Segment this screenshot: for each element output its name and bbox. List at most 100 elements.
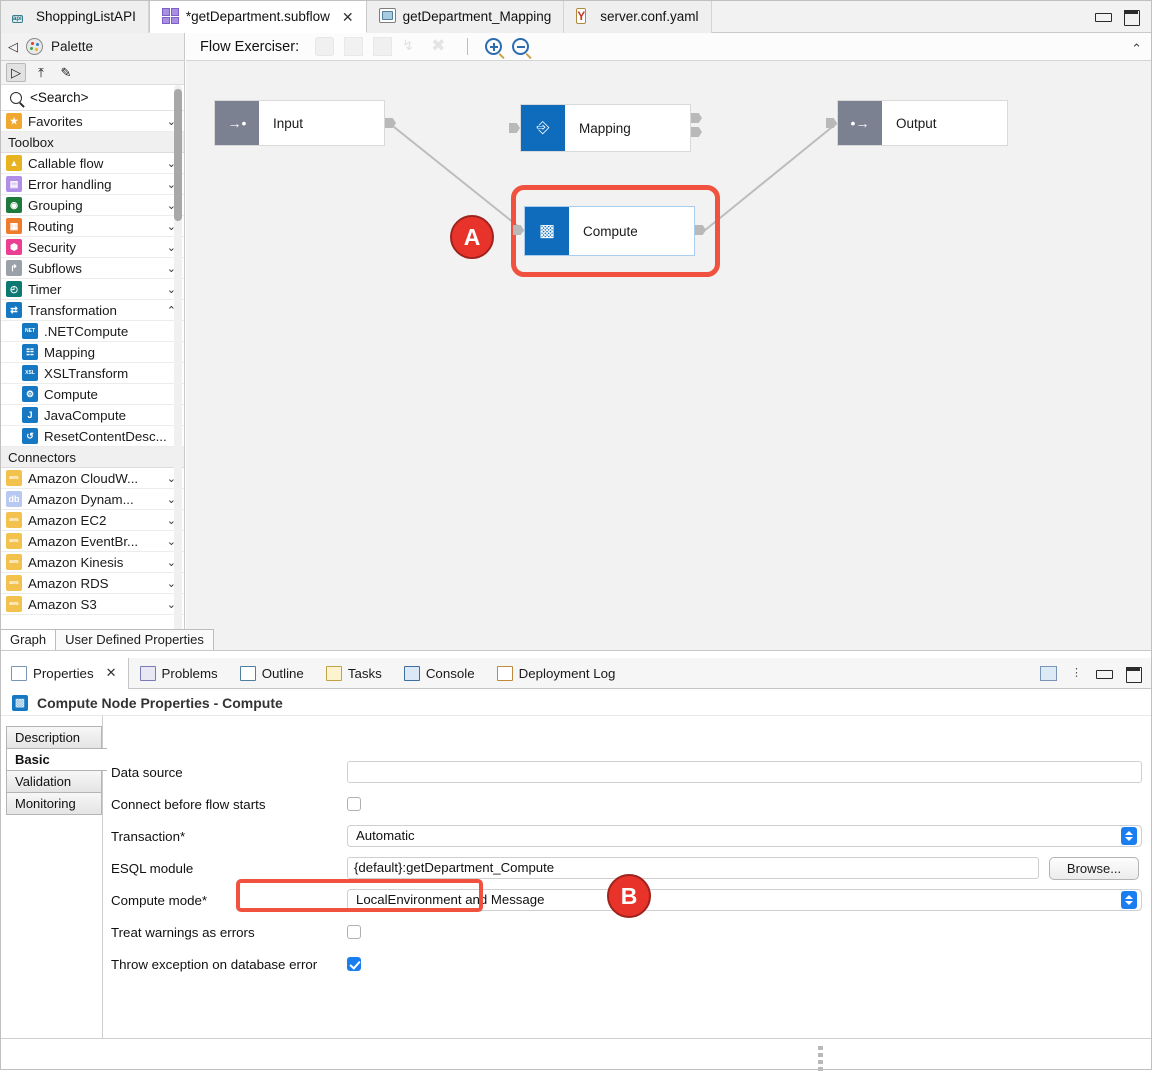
properties-title: Compute Node Properties - Compute	[37, 694, 283, 711]
palette-item-mapping[interactable]: ☷ Mapping	[0, 342, 184, 363]
view-tab-label: Console	[425, 665, 475, 681]
palette-title: Palette	[51, 39, 94, 54]
editor-tab-shoppinglistapi[interactable]: api ShoppingListAPI	[0, 0, 149, 33]
minimize-icon[interactable]	[1095, 10, 1112, 23]
minimize-icon[interactable]	[1096, 667, 1113, 680]
palette-item-error-handling[interactable]: ▤ Error handling ⌄	[0, 174, 184, 195]
palette-scrollbar-track[interactable]	[174, 85, 182, 629]
palette-item-callable-flow[interactable]: ▲ Callable flow ⌄	[0, 153, 184, 174]
select-tool-icon[interactable]: ▷	[6, 63, 26, 82]
palette-item-amazon-s3[interactable]: aws Amazon S3 ⌄	[0, 594, 184, 615]
palette-item-transformation[interactable]: ⇄ Transformation ⌃	[0, 300, 184, 321]
editor-tab-getdepartment-subflow[interactable]: *getDepartment.subflow ✕	[148, 0, 367, 33]
flow-canvas[interactable]: →• Input ⎆ Mapping •→ Output ▩ Compute A	[186, 61, 1152, 629]
maximize-icon[interactable]	[1123, 9, 1140, 26]
problems-icon	[139, 665, 156, 681]
palette-scrollbar-thumb[interactable]	[174, 89, 182, 221]
view-tab-label: Problems	[161, 665, 218, 681]
note-tool-icon[interactable]: ✎	[56, 63, 76, 82]
flow-node-output[interactable]: •→ Output	[837, 100, 1008, 146]
side-tab-description[interactable]: Description	[6, 726, 102, 749]
maximize-icon[interactable]	[1125, 666, 1142, 683]
close-icon[interactable]: ✕	[106, 665, 117, 681]
editor-tab-label: ShoppingListAPI	[36, 9, 136, 24]
palette-item-compute[interactable]: ⚙ Compute	[0, 384, 184, 405]
palette-item-icon: XSL	[22, 365, 38, 381]
data-source-input[interactable]	[347, 761, 1142, 783]
tab-user-defined-properties[interactable]: User Defined Properties	[55, 629, 214, 650]
palette-item-label: Amazon EventBr...	[28, 533, 139, 549]
view-menu-icon[interactable]: ⋮	[1071, 668, 1082, 679]
highlight-box-compute-mode	[236, 879, 483, 912]
palette-item-icon: ⚙	[22, 386, 38, 402]
connect-before-flow-starts-checkbox[interactable]	[347, 797, 361, 811]
panel-resize-handle[interactable]	[818, 1046, 823, 1071]
deploy-button[interactable]	[344, 37, 364, 56]
palette-item-timer[interactable]: ◴ Timer ⌄	[0, 279, 184, 300]
new-properties-view-icon[interactable]	[1040, 665, 1057, 681]
zoom-out-icon[interactable]	[512, 38, 530, 55]
view-toolbar: ⋮	[1040, 665, 1152, 683]
copy-button[interactable]	[373, 37, 393, 56]
palette-item-routing[interactable]: ▦ Routing ⌄	[0, 216, 184, 237]
tab-deployment-log[interactable]: Deployment Log	[486, 658, 627, 689]
browse-button[interactable]: Browse...	[1049, 856, 1139, 880]
palette-item-amazon-dynam-[interactable]: db Amazon Dynam... ⌄	[0, 489, 184, 510]
tab-outline[interactable]: Outline	[229, 658, 315, 689]
esql-module-input[interactable]: {default}:getDepartment_Compute	[347, 857, 1039, 879]
palette-item-label: Grouping	[28, 197, 83, 213]
palette-item-icon: aws	[6, 533, 22, 549]
tab-problems[interactable]: Problems	[129, 658, 229, 689]
tab-tasks[interactable]: Tasks	[315, 658, 393, 689]
tab-properties[interactable]: Properties ✕	[0, 657, 129, 689]
annotation-badge-a: A	[450, 215, 494, 259]
palette-item-subflows[interactable]: ↱ Subflows ⌄	[0, 258, 184, 279]
palette-item-xsltransform[interactable]: XSL XSLTransform	[0, 363, 184, 384]
view-tab-label: Properties	[33, 665, 94, 681]
palette-item-icon: aws	[6, 575, 22, 591]
transaction-combo[interactable]: Automatic	[347, 825, 1142, 847]
palette-item-amazon-rds[interactable]: aws Amazon RDS ⌄	[0, 573, 184, 594]
palette-item-resetcontentdesc-[interactable]: ↺ ResetContentDesc...	[0, 426, 184, 447]
palette-item-favorites[interactable]: ★ Favorites ⌄	[0, 111, 184, 132]
flow-node-input[interactable]: →• Input	[214, 100, 385, 146]
close-icon[interactable]: ✕	[342, 10, 354, 24]
palette-item-icon: ▤	[6, 176, 22, 192]
palette-item-icon: aws	[6, 470, 22, 486]
properties-icon	[11, 665, 27, 681]
flow-node-compute[interactable]: ▩ Compute	[524, 206, 695, 256]
side-tab-monitoring[interactable]: Monitoring	[6, 792, 102, 815]
chevron-updown-icon[interactable]	[1121, 827, 1137, 845]
chevron-updown-icon[interactable]	[1121, 891, 1137, 909]
editor-tab-getdepartment-mapping[interactable]: getDepartment_Mapping	[366, 0, 565, 33]
clear-button[interactable]: ✖	[431, 37, 450, 56]
tab-graph[interactable]: Graph	[0, 629, 57, 650]
editor-tab-server-conf-yaml[interactable]: Y server.conf.yaml	[564, 0, 712, 33]
input-arrow-icon: →•	[215, 101, 259, 145]
filter-button[interactable]: ↯	[402, 37, 421, 56]
palette-item-amazon-kinesis[interactable]: aws Amazon Kinesis ⌄	[0, 552, 184, 573]
side-tab-validation[interactable]: Validation	[6, 770, 102, 793]
palette-item--netcompute[interactable]: NET .NETCompute	[0, 321, 184, 342]
record-button[interactable]	[315, 37, 335, 56]
chevron-left-icon[interactable]: ◁	[8, 39, 18, 55]
palette-item-amazon-cloudw-[interactable]: aws Amazon CloudW... ⌄	[0, 468, 184, 489]
chevron-up-icon[interactable]: ⌃	[1131, 41, 1142, 57]
zoom-in-icon[interactable]	[485, 38, 503, 55]
palette-search[interactable]: <Search>	[0, 85, 184, 111]
flow-node-mapping[interactable]: ⎆ Mapping	[520, 104, 691, 152]
palette-item-security[interactable]: ⬢ Security ⌄	[0, 237, 184, 258]
marquee-tool-icon[interactable]: ⤒	[31, 63, 51, 82]
tab-bar-spacer	[711, 0, 1085, 32]
side-tab-basic[interactable]: Basic	[6, 748, 107, 771]
palette-item-icon: db	[6, 491, 22, 507]
palette-item-grouping[interactable]: ◉ Grouping ⌄	[0, 195, 184, 216]
palette-item-javacompute[interactable]: J JavaCompute	[0, 405, 184, 426]
treat-warnings-as-errors-checkbox[interactable]	[347, 925, 361, 939]
palette-panel: ▷ ⤒ ✎ <Search> ★ Favorites ⌄ Toolbox ▲ Callab…	[0, 61, 185, 629]
palette-item-amazon-eventbr-[interactable]: aws Amazon EventBr... ⌄	[0, 531, 184, 552]
palette-item-amazon-ec2[interactable]: aws Amazon EC2 ⌄	[0, 510, 184, 531]
throw-exception-on-database-error-checkbox[interactable]	[347, 957, 361, 971]
transaction-value: Automatic	[356, 828, 415, 843]
tab-console[interactable]: Console	[393, 658, 486, 689]
